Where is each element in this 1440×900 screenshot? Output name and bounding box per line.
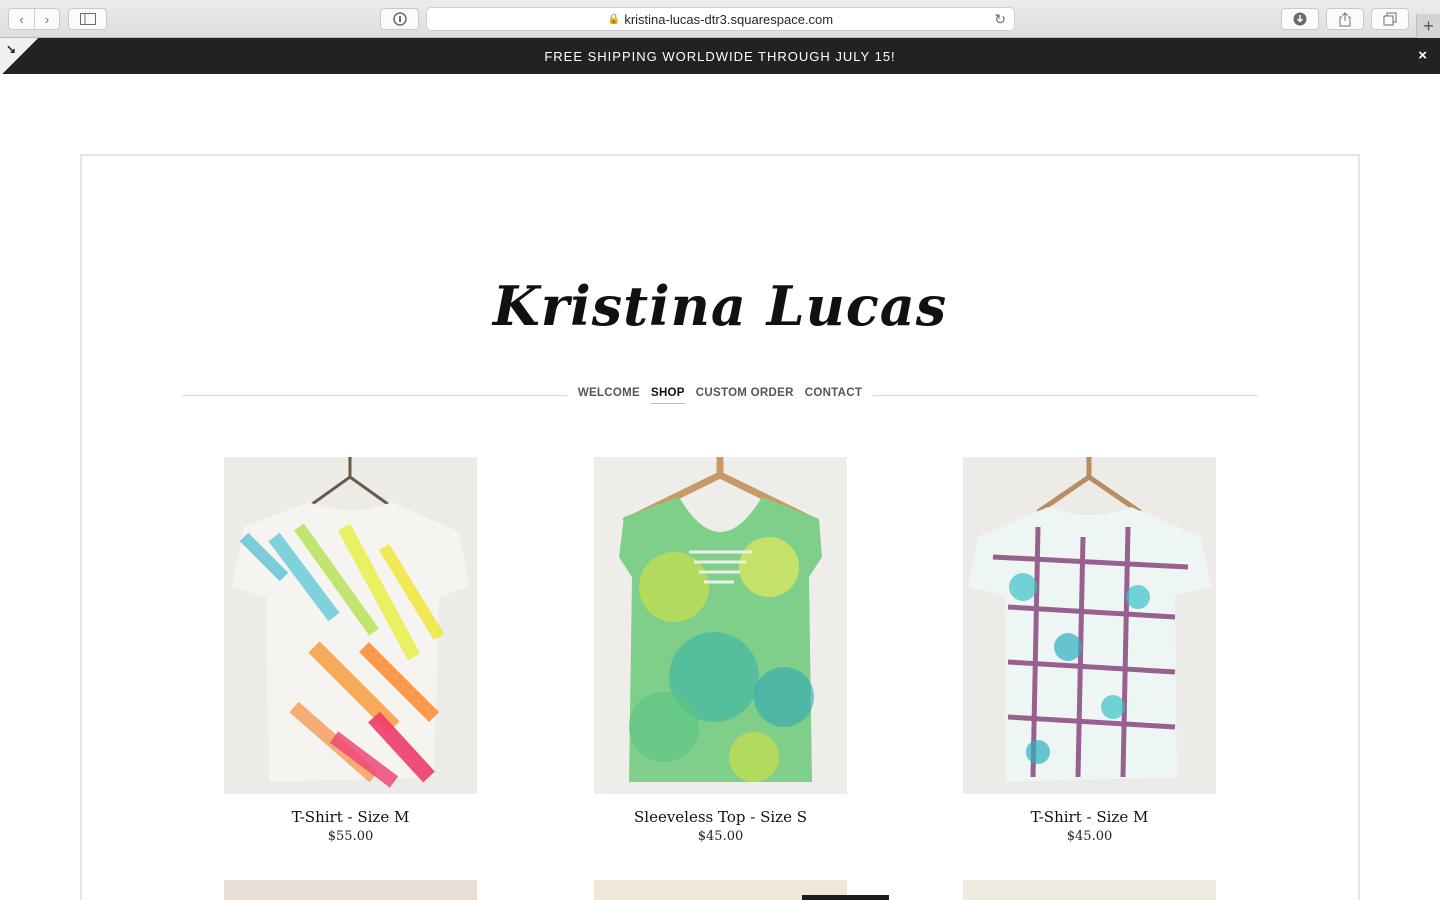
product-image-partial[interactable]	[963, 880, 1216, 900]
product-name[interactable]: T-Shirt - Size M	[963, 808, 1216, 826]
download-icon	[1293, 12, 1307, 26]
main-navigation: WELCOME SHOP CUSTOM ORDER CONTACT	[182, 384, 1258, 406]
reader-icon	[392, 12, 407, 26]
close-icon[interactable]: ×	[1418, 47, 1428, 64]
reader-button[interactable]	[380, 8, 419, 30]
product-card[interactable]: T-Shirt - Size M $45.00	[963, 457, 1216, 844]
tabs-icon	[1383, 12, 1397, 26]
history-nav: ‹ ›	[8, 8, 60, 30]
product-price: $45.00	[697, 829, 744, 844]
url-text: kristina-lucas-dtr3.squarespace.com	[624, 11, 834, 27]
product-price: $55.00	[327, 829, 374, 844]
product-image[interactable]	[594, 457, 847, 794]
announcement-text: FREE SHIPPING WORLDWIDE THROUGH JULY 15!	[544, 48, 896, 64]
product-name[interactable]: Sleeveless Top - Size S	[594, 808, 847, 826]
product-name[interactable]: T-Shirt - Size M	[224, 808, 477, 826]
product-image[interactable]	[224, 457, 477, 794]
nav-link-welcome[interactable]: WELCOME	[578, 387, 640, 404]
product-image-partial[interactable]	[224, 880, 477, 900]
product-card[interactable]: Sleeveless Top - Size S $45.00	[594, 457, 847, 844]
share-icon	[1339, 11, 1351, 26]
nav-rule-right	[873, 394, 1258, 396]
lock-icon: 🔒	[607, 13, 621, 25]
share-button[interactable]	[1326, 8, 1364, 30]
nav-link-custom-order[interactable]: CUSTOM ORDER	[696, 387, 794, 404]
nav-link-shop[interactable]: SHOP	[650, 387, 685, 404]
sidebar-icon	[79, 13, 96, 25]
site-logo[interactable]: Kristina Lucas	[82, 274, 1358, 338]
nav-rule-left	[182, 394, 567, 396]
nav-link-contact[interactable]: CONTACT	[805, 387, 862, 404]
sidebar-button[interactable]	[68, 8, 107, 30]
product-image[interactable]	[963, 457, 1216, 794]
tabs-button[interactable]	[1371, 8, 1409, 30]
site-frame: Kristina Lucas WELCOME SHOP CUSTOM ORDER…	[80, 154, 1360, 900]
product-price: $45.00	[1066, 829, 1113, 844]
forward-icon[interactable]: ›	[33, 9, 59, 29]
cart-tab[interactable]	[802, 895, 889, 900]
back-icon[interactable]: ‹	[9, 9, 34, 29]
product-card[interactable]: T-Shirt - Size M $55.00	[224, 457, 477, 844]
address-bar[interactable]: 🔒 kristina-lucas-dtr3.squarespace.com ↻	[426, 7, 1015, 31]
announcement-bar: ↘ FREE SHIPPING WORLDWIDE THROUGH JULY 1…	[0, 38, 1440, 74]
collapse-arrow-icon[interactable]: ↘	[6, 42, 17, 56]
download-button[interactable]	[1281, 8, 1319, 30]
new-tab-icon[interactable]: +	[1416, 14, 1440, 38]
reload-icon[interactable]: ↻	[994, 11, 1006, 28]
browser-toolbar: ‹ › 🔒 kristina-lucas-dtr3.squarespace.co…	[0, 0, 1440, 38]
